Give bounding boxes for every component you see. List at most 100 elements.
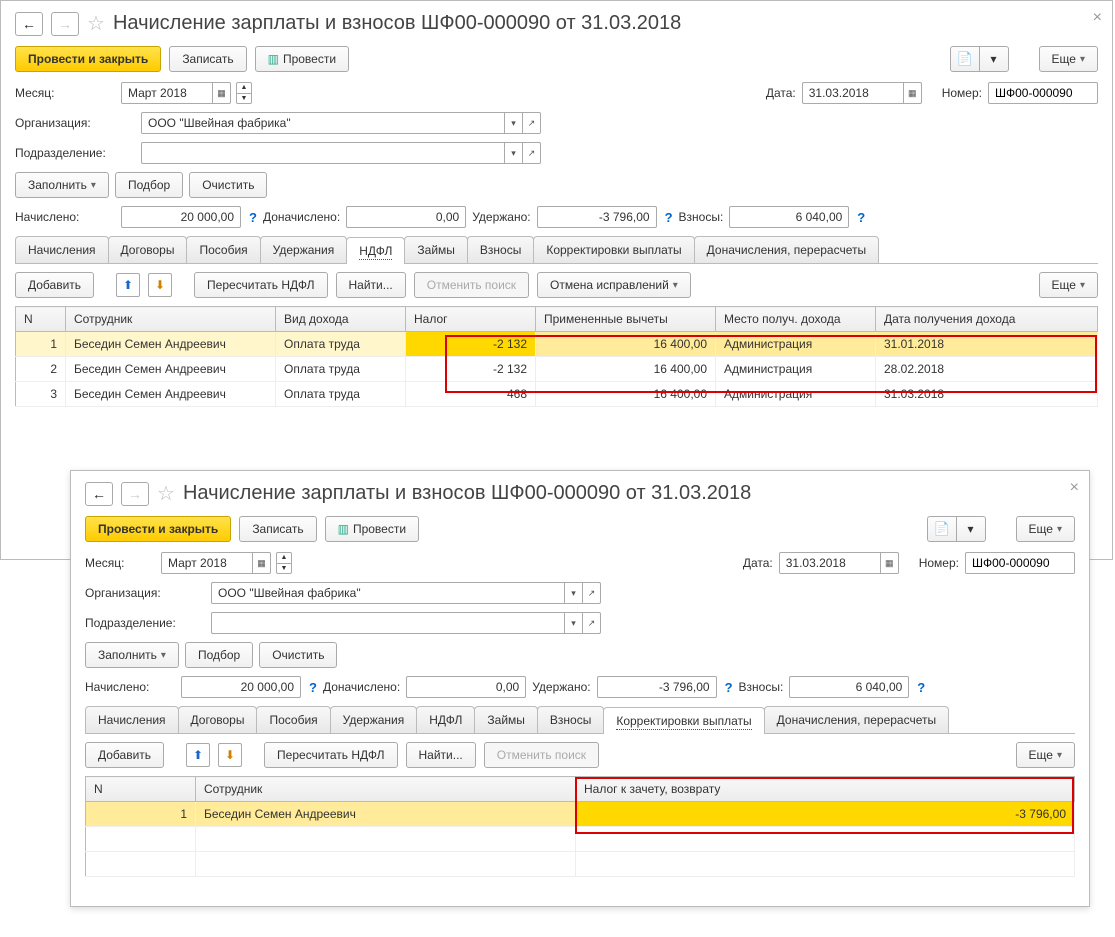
table-row[interactable]: 2Беседин Семен АндреевичОплата труда-2 1… (16, 357, 1098, 382)
ndfl-grid[interactable]: NСотрудникВид доходаНалогПримененные выч… (15, 306, 1098, 407)
save-button[interactable]: Записать (169, 46, 246, 72)
fill-button[interactable]: Заполнить (15, 172, 109, 198)
attach-button-group[interactable]: 📄 ▾ (950, 46, 1009, 72)
month-input[interactable]: Март 2018 ▦ (121, 82, 231, 104)
chevron-down-icon[interactable]: ▾ (564, 583, 582, 603)
favorite-icon[interactable]: ☆ (87, 11, 105, 36)
chevron-down-icon[interactable]: ▾ (564, 613, 582, 633)
help-icon[interactable]: ? (249, 210, 257, 225)
cancel-corrections-button[interactable]: Отмена исправлений (537, 272, 691, 298)
back-button[interactable]: ← (15, 12, 43, 36)
col-header[interactable]: Место получ. дохода (716, 307, 876, 332)
attach-icon[interactable]: 📄 (950, 46, 980, 72)
clear-button[interactable]: Очистить (189, 172, 267, 198)
add-button[interactable]: Добавить (15, 272, 94, 298)
col-header[interactable]: N (86, 777, 196, 802)
extra-value[interactable]: 0,00 (406, 676, 526, 698)
move-up-button[interactable]: ⬆ (116, 273, 140, 297)
move-down-button[interactable]: ⬇ (148, 273, 172, 297)
col-header[interactable]: Налог (406, 307, 536, 332)
attach-dropdown[interactable]: ▾ (979, 46, 1009, 72)
number-field[interactable] (965, 552, 1075, 574)
tab-7[interactable]: Корректировки выплаты (533, 236, 694, 263)
help-icon[interactable]: ? (309, 680, 317, 695)
chevron-down-icon[interactable]: ▾ (504, 143, 522, 163)
dept-select[interactable]: ▾ ↗ (141, 142, 541, 164)
tab-0[interactable]: Начисления (15, 236, 109, 263)
contrib-value[interactable]: 6 040,00 (729, 206, 849, 228)
chevron-down-icon[interactable]: ▾ (504, 113, 522, 133)
calendar-icon[interactable]: ▦ (880, 553, 898, 573)
find-button[interactable]: Найти... (336, 272, 406, 298)
attach-icon[interactable]: 📄 (927, 516, 957, 542)
calendar-icon[interactable]: ▦ (252, 553, 270, 573)
help-icon[interactable]: ? (857, 210, 865, 225)
favorite-icon[interactable]: ☆ (157, 481, 175, 506)
open-icon[interactable]: ↗ (522, 143, 540, 163)
number-field[interactable] (988, 82, 1098, 104)
date-input[interactable]: 31.03.2018 ▦ (802, 82, 922, 104)
tab-3[interactable]: Удержания (330, 706, 418, 733)
withheld-value[interactable]: -3 796,00 (537, 206, 657, 228)
withheld-value[interactable]: -3 796,00 (597, 676, 717, 698)
tab-1[interactable]: Договоры (178, 706, 258, 733)
tab-5[interactable]: Займы (474, 706, 538, 733)
select-button[interactable]: Подбор (185, 642, 253, 668)
forward-button[interactable]: → (51, 12, 79, 36)
tab-4[interactable]: НДФЛ (416, 706, 475, 733)
recalc-button[interactable]: Пересчитать НДФЛ (264, 742, 397, 768)
move-down-button[interactable]: ⬇ (218, 743, 242, 767)
corrections-grid[interactable]: NСотрудникНалог к зачету, возврату 1Бесе… (85, 776, 1075, 877)
close-icon[interactable]: × (1093, 9, 1102, 27)
help-icon[interactable]: ? (665, 210, 673, 225)
back-button[interactable]: ← (85, 482, 113, 506)
extra-value[interactable]: 0,00 (346, 206, 466, 228)
forward-button[interactable]: → (121, 482, 149, 506)
fill-button[interactable]: Заполнить (85, 642, 179, 668)
grid-more-button[interactable]: Еще (1016, 742, 1075, 768)
col-header[interactable]: Сотрудник (66, 307, 276, 332)
date-input[interactable]: 31.03.2018 ▦ (779, 552, 899, 574)
dept-select[interactable]: ▾ ↗ (211, 612, 601, 634)
col-header[interactable]: Дата получения дохода (876, 307, 1098, 332)
contrib-value[interactable]: 6 040,00 (789, 676, 909, 698)
open-icon[interactable]: ↗ (582, 583, 600, 603)
open-icon[interactable]: ↗ (582, 613, 600, 633)
post-button[interactable]: ▥Провести (325, 516, 419, 542)
tab-4[interactable]: НДФЛ (346, 237, 405, 264)
org-select[interactable]: ООО "Швейная фабрика" ▾ ↗ (141, 112, 541, 134)
month-stepper[interactable]: ▲▼ (236, 82, 252, 104)
attach-dropdown[interactable]: ▾ (956, 516, 986, 542)
month-input[interactable]: Март 2018 ▦ (161, 552, 271, 574)
tab-3[interactable]: Удержания (260, 236, 348, 263)
attach-button-group[interactable]: 📄 ▾ (927, 516, 986, 542)
table-row[interactable]: 1Беседин Семен Андреевич-3 796,00 (86, 802, 1075, 827)
col-header[interactable]: Вид дохода (276, 307, 406, 332)
post-and-close-button[interactable]: Провести и закрыть (15, 46, 161, 72)
open-icon[interactable]: ↗ (522, 113, 540, 133)
col-header[interactable]: Сотрудник (196, 777, 576, 802)
org-select[interactable]: ООО "Швейная фабрика" ▾ ↗ (211, 582, 601, 604)
calendar-icon[interactable]: ▦ (903, 83, 921, 103)
tab-8[interactable]: Доначисления, перерасчеты (694, 236, 879, 263)
table-row[interactable]: 1Беседин Семен АндреевичОплата труда-2 1… (16, 332, 1098, 357)
accrued-value[interactable]: 20 000,00 (121, 206, 241, 228)
tab-2[interactable]: Пособия (256, 706, 330, 733)
save-button[interactable]: Записать (239, 516, 316, 542)
help-icon[interactable]: ? (725, 680, 733, 695)
find-button[interactable]: Найти... (406, 742, 476, 768)
tab-6[interactable]: Взносы (537, 706, 604, 733)
tab-0[interactable]: Начисления (85, 706, 179, 733)
clear-button[interactable]: Очистить (259, 642, 337, 668)
month-stepper[interactable]: ▲▼ (276, 552, 292, 574)
add-button[interactable]: Добавить (85, 742, 164, 768)
col-header[interactable]: N (16, 307, 66, 332)
more-button[interactable]: Еще (1016, 516, 1075, 542)
calendar-icon[interactable]: ▦ (212, 83, 230, 103)
select-button[interactable]: Подбор (115, 172, 183, 198)
post-and-close-button[interactable]: Провести и закрыть (85, 516, 231, 542)
tab-7[interactable]: Корректировки выплаты (603, 707, 764, 734)
accrued-value[interactable]: 20 000,00 (181, 676, 301, 698)
col-header[interactable]: Примененные вычеты (536, 307, 716, 332)
table-row[interactable]: 3Беседин Семен АндреевичОплата труда4681… (16, 382, 1098, 407)
